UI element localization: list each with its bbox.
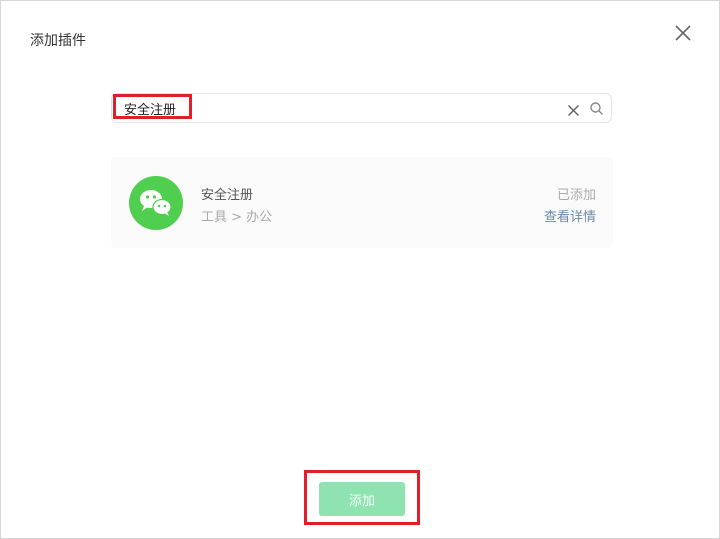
- view-details-link[interactable]: 查看详情: [544, 206, 596, 225]
- dialog-title: 添加插件: [30, 33, 86, 49]
- search-input[interactable]: [124, 94, 544, 122]
- wechat-icon: [129, 176, 183, 230]
- plugin-name: 安全注册: [201, 188, 254, 203]
- plugin-category: 工具 > 办公: [201, 210, 273, 225]
- plugin-status-badge: 已添加: [556, 188, 596, 203]
- add-plugin-dialog: 添加插件 安全注册 安全注册 工具 > 办公 已添加 查看详情 添加: [0, 0, 720, 539]
- plugin-result-card[interactable]: 安全注册 工具 > 办公 已添加 查看详情: [111, 157, 613, 248]
- search-box: [111, 93, 612, 123]
- close-icon[interactable]: [672, 22, 694, 44]
- search-icon[interactable]: [589, 101, 604, 116]
- clear-icon[interactable]: [567, 102, 580, 117]
- add-button[interactable]: 添加: [319, 482, 405, 516]
